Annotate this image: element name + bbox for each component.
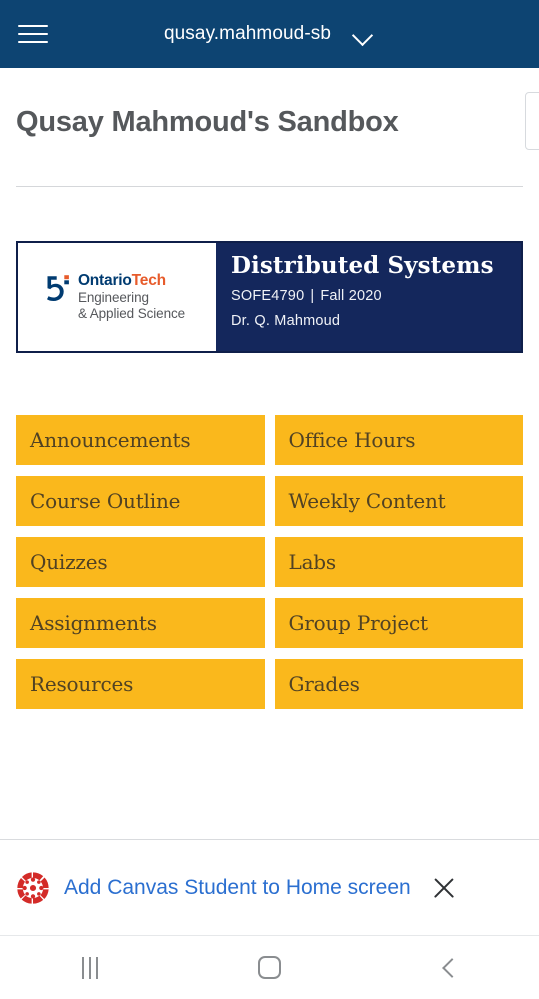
recents-bar (81, 956, 84, 979)
tile-label: Labs (288, 550, 337, 574)
home-icon (258, 956, 281, 979)
tile-weekly-content[interactable]: Weekly Content (274, 476, 523, 526)
tile-label: Resources (30, 672, 134, 696)
course-title: Distributed Systems (231, 252, 494, 279)
logo-name-primary: Ontario (77, 272, 132, 290)
chevron-down-icon[interactable] (351, 22, 375, 46)
ontario-tech-logo-mark (45, 274, 71, 304)
logo-faculty-line-1: Engineering (77, 290, 149, 306)
recents-icon (81, 956, 98, 979)
meta-separator: | (310, 288, 315, 305)
canvas-logo-icon (16, 871, 50, 905)
course-meta: SOFE4790 | Fall 2020 (231, 288, 521, 304)
course-banner: OntarioTech Engineering & Applied Scienc… (16, 241, 523, 353)
hamburger-line (18, 33, 48, 35)
tile-label: Assignments (30, 611, 157, 635)
course-instructor: Dr. Q. Mahmoud (231, 313, 341, 330)
university-logo-panel: OntarioTech Engineering & Applied Scienc… (18, 243, 216, 351)
home-button[interactable] (180, 936, 360, 999)
tile-label: Grades (288, 672, 360, 696)
recents-button[interactable] (0, 936, 180, 999)
back-icon (438, 957, 460, 979)
hamburger-line (18, 25, 48, 27)
course-info-panel: Distributed Systems SOFE4790 | Fall 2020 D… (216, 243, 521, 351)
tile-label: Quizzes (30, 550, 108, 574)
tile-label: Course Outline (30, 489, 181, 513)
logo-wordmark: OntarioTech Engineering & Applied Scienc… (78, 272, 185, 321)
app-bar: qusay.mahmoud-sb (0, 0, 539, 68)
page-header: Qusay Mahmoud's Sandbox (0, 68, 539, 172)
hamburger-line (18, 41, 48, 43)
course-tile-grid: Announcements Office Hours Course Outlin… (16, 415, 523, 709)
account-name-label[interactable]: qusay.mahmoud-sb (164, 23, 331, 45)
app-bar-center: qusay.mahmoud-sb (0, 0, 539, 68)
logo-name: OntarioTech (78, 272, 185, 290)
recents-bar (88, 956, 91, 979)
tile-label: Group Project (288, 611, 429, 635)
header-divider (16, 186, 523, 187)
close-icon[interactable] (424, 868, 464, 908)
tile-grades[interactable]: Grades (274, 659, 523, 709)
back-button[interactable] (359, 936, 539, 999)
offscreen-side-button[interactable] (525, 92, 539, 150)
course-term: Fall 2020 (320, 288, 382, 305)
tile-assignments[interactable]: Assignments (16, 598, 265, 648)
hamburger-menu-icon[interactable] (14, 15, 52, 53)
tile-course-outline[interactable]: Course Outline (16, 476, 265, 526)
logo-name-accent: Tech (131, 272, 166, 290)
tile-group-project[interactable]: Group Project (274, 598, 523, 648)
recents-bar (95, 956, 98, 979)
android-navigation-bar (0, 935, 539, 999)
page-title: Qusay Mahmoud's Sandbox (16, 106, 399, 138)
course-code: SOFE4790 (231, 288, 305, 305)
tile-resources[interactable]: Resources (16, 659, 265, 709)
main-content: OntarioTech Engineering & Applied Scienc… (0, 241, 539, 709)
tile-label: Announcements (30, 428, 191, 452)
tile-office-hours[interactable]: Office Hours (274, 415, 523, 465)
tile-labs[interactable]: Labs (274, 537, 523, 587)
add-to-home-screen-banner: Add Canvas Student to Home screen (0, 839, 539, 935)
tile-label: Weekly Content (288, 489, 446, 513)
tile-announcements[interactable]: Announcements (16, 415, 265, 465)
tile-label: Office Hours (288, 428, 416, 452)
logo-faculty-line-2: & Applied Science (77, 305, 186, 321)
tile-quizzes[interactable]: Quizzes (16, 537, 265, 587)
ontario-tech-logo: OntarioTech Engineering & Applied Scienc… (45, 272, 185, 321)
add-to-home-screen-link[interactable]: Add Canvas Student to Home screen (64, 872, 424, 904)
